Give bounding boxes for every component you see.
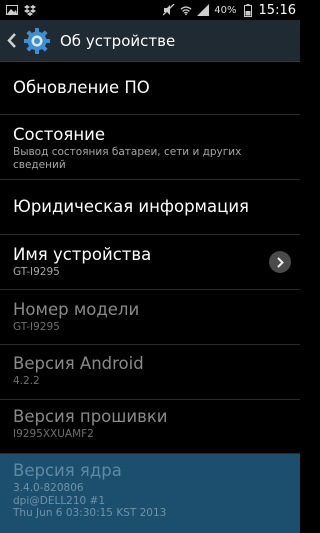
item-title: Состояние <box>13 125 105 144</box>
status-left-icons <box>6 4 36 16</box>
list-item-model-number: Номер модели GT-I9295 <box>0 290 300 345</box>
action-bar: Об устройстве <box>0 20 300 62</box>
dropbox-icon <box>24 4 36 16</box>
back-chevron-icon[interactable] <box>0 20 22 62</box>
item-subtitle: I9295XXUAMF2 <box>13 428 94 440</box>
item-title: Имя устройства <box>13 245 152 264</box>
settings-list: Обновление ПО Состояние Вывод состояния … <box>0 62 300 533</box>
item-title: Обновление ПО <box>13 78 150 97</box>
item-subtitle: Вывод состояния батареи, сети и других с… <box>13 146 242 171</box>
gallery-icon <box>6 4 18 16</box>
list-item-android-version: Версия Android 4.2.2 <box>0 345 300 400</box>
item-subtitle-line: 3.4.0-820806 <box>13 482 84 494</box>
item-title: Номер модели <box>13 300 140 319</box>
item-title: Версия Android <box>13 354 144 373</box>
list-item-software-update[interactable]: Обновление ПО <box>0 62 300 115</box>
item-subtitle-line: dpi@DELL210 #1 <box>13 494 106 507</box>
status-bar: 40% 15:16 <box>0 0 300 20</box>
list-item-legal-info[interactable]: Юридическая информация <box>0 180 300 235</box>
signal-icon <box>197 4 210 16</box>
item-title: Версия ядра <box>13 461 122 480</box>
battery-icon <box>242 3 254 17</box>
list-item-status[interactable]: Состояние Вывод состояния батареи, сети … <box>0 115 300 180</box>
chevron-right-icon[interactable] <box>269 251 291 273</box>
mute-icon <box>163 4 175 16</box>
status-right-icons: 40% 15:16 <box>163 3 296 18</box>
item-subtitle: GT-I9295 <box>13 266 60 278</box>
wifi-icon <box>180 4 192 16</box>
item-subtitle-line: Thu Jun 6 03:30:15 KST 2013 <box>13 507 167 519</box>
item-subtitle: GT-I9295 <box>13 321 60 333</box>
page-title: Об устройстве <box>60 31 176 50</box>
list-item-baseband-version: Версия прошивки I9295XXUAMF2 <box>0 400 300 454</box>
item-subtitle: 4.2.2 <box>13 375 40 387</box>
status-clock: 15:16 <box>258 2 296 18</box>
settings-gear-icon[interactable] <box>22 26 52 56</box>
list-item-kernel-version[interactable]: Версия ядра 3.4.0-820806 dpi@DELL210 #1 … <box>0 454 300 533</box>
list-item-device-name[interactable]: Имя устройства GT-I9295 <box>0 235 300 290</box>
item-title: Версия прошивки <box>13 407 168 426</box>
item-title: Юридическая информация <box>13 197 249 216</box>
battery-percent: 40% <box>214 4 237 16</box>
